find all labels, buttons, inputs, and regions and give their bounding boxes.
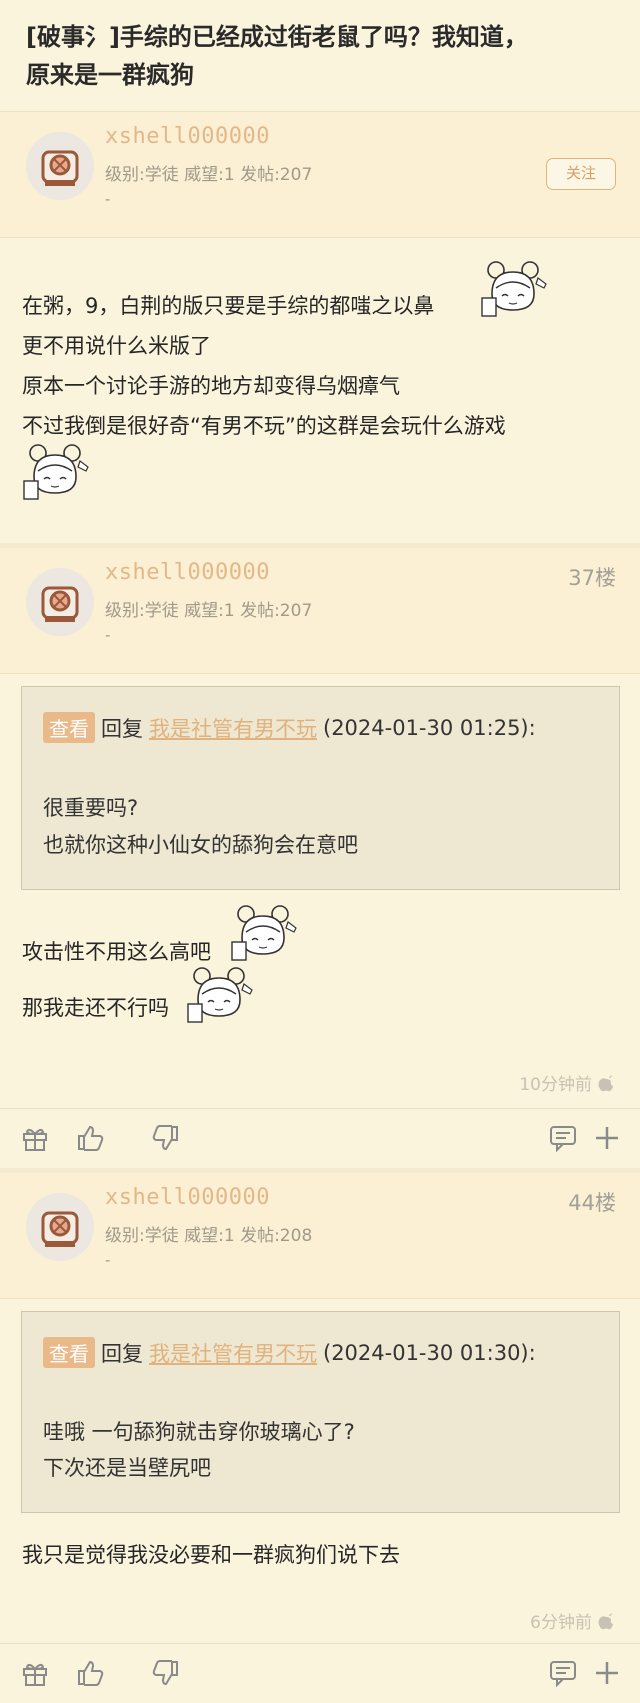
thumbs-up-icon[interactable] [76,1123,106,1153]
post-time: 10分钟前 [519,1070,614,1095]
comment-icon[interactable] [548,1123,578,1153]
post-text-line: 我只是觉得我没必要和一群疯狗们说下去 [22,1543,400,1567]
user-meta: 级别:学徒 威望:1 发帖:208 [105,1226,313,1246]
avatar[interactable] [26,1193,94,1261]
floor-number: 37楼 [568,566,616,590]
username[interactable]: xshell000000 [105,560,270,585]
post-body: 在粥，9，白荆的版只要是手综的都嗤之以鼻 更不用说什么米版了 原本一个讨论手游的… [0,238,640,543]
quote-user-link[interactable]: 我是社管有男不玩 [149,1338,317,1368]
thread-title-line-2: 原来是一群疯狗 [26,61,194,89]
action-bar [0,1108,640,1168]
post-time-text: 6分钟前 [530,1613,592,1633]
post-text-line: 原本一个讨论手游的地方却变得乌烟瘴气 [22,374,400,398]
quote-text-line: 很重要吗? [43,796,139,820]
gift-icon[interactable] [20,1123,50,1153]
username[interactable]: xshell000000 [105,1185,270,1210]
thumbs-down-icon[interactable] [150,1123,180,1153]
quote-time: (2024-01-30 01:30): [323,1340,536,1365]
follow-button[interactable]: 关注 [546,158,616,190]
avatar[interactable] [26,568,94,636]
post-time-text: 10分钟前 [519,1075,592,1095]
quote-reply-label: 回复 [101,1341,143,1366]
user-meta: 级别:学徒 威望:1 发帖:207 [105,165,313,185]
quote-view-button[interactable]: 查看 [43,1337,95,1368]
thread-title-bar: [破事氵]手综的已经成过街老鼠了吗？我知道， 原来是一群疯狗 [0,0,640,112]
quote-header: 查看 回复 我是社管有男不玩 (2024-01-30 01:30): [43,1337,536,1368]
post-body: 查看 回复 我是社管有男不玩 (2024-01-30 01:30): 哇哦 一句… [0,1299,640,1633]
user-meta: 级别:学徒 威望:1 发帖:207 [105,601,313,621]
post-header: xshell000000 级别:学徒 威望:1 发帖:207 - 关注 [0,112,640,238]
quote-header: 查看 回复 我是社管有男不玩 (2024-01-30 01:25): [43,712,536,743]
post-time: 6分钟前 [530,1608,614,1633]
quote-block: 查看 回复 我是社管有男不玩 (2024-01-30 01:30): 哇哦 一句… [21,1311,620,1513]
quote-user-link[interactable]: 我是社管有男不玩 [149,713,317,743]
quote-text-line: 也就你这种小仙女的舔狗会在意吧 [43,833,358,857]
thumbs-up-icon[interactable] [76,1658,106,1688]
post-header: xshell000000 级别:学徒 威望:1 发帖:207 - 37楼 [0,548,640,674]
comment-icon[interactable] [548,1658,578,1688]
quote-view-button[interactable]: 查看 [43,712,95,743]
quote-block: 查看 回复 我是社管有男不玩 (2024-01-30 01:25): 很重要吗?… [21,686,620,890]
thread-title: [破事氵]手综的已经成过街老鼠了吗？我知道， 原来是一群疯狗 [26,18,614,94]
action-bar [0,1643,640,1703]
sticker-icon [20,441,90,501]
quote-reply-label: 回复 [101,716,143,741]
avatar[interactable] [26,132,94,200]
post-body: 查看 回复 我是社管有男不玩 (2024-01-30 01:25): 很重要吗?… [0,674,640,1104]
sticker-icon [184,964,254,1024]
username[interactable]: xshell000000 [105,124,270,149]
sticker-icon [478,258,548,318]
post-text-line: 那我走还不行吗 [22,996,169,1020]
apple-icon [598,1074,613,1091]
thumbs-down-icon[interactable] [150,1658,180,1688]
post-text-line: 在粥，9，白荆的版只要是手综的都嗤之以鼻 [22,294,435,318]
user-sub: - [105,626,111,644]
post-text-line: 攻击性不用这么高吧 [22,940,211,964]
sticker-icon [228,902,298,962]
floor-number: 44楼 [568,1191,616,1215]
gift-icon[interactable] [20,1658,50,1688]
quote-text-line: 哇哦 一句舔狗就击穿你玻璃心了? [43,1420,355,1444]
user-sub: - [105,1251,111,1269]
post-header: xshell000000 级别:学徒 威望:1 发帖:208 - 44楼 [0,1173,640,1299]
quote-text-line: 下次还是当壁尻吧 [43,1456,211,1480]
user-sub: - [105,190,111,208]
plus-icon[interactable] [592,1658,622,1688]
quote-time: (2024-01-30 01:25): [323,715,536,740]
apple-icon [598,1612,613,1629]
thread-title-line-1: [破事氵]手综的已经成过街老鼠了吗？我知道， [26,23,528,51]
post-text-line: 不过我倒是很好奇“有男不玩”的这群是会玩什么游戏 [22,414,506,438]
plus-icon[interactable] [592,1123,622,1153]
post-text-line: 更不用说什么米版了 [22,334,211,358]
